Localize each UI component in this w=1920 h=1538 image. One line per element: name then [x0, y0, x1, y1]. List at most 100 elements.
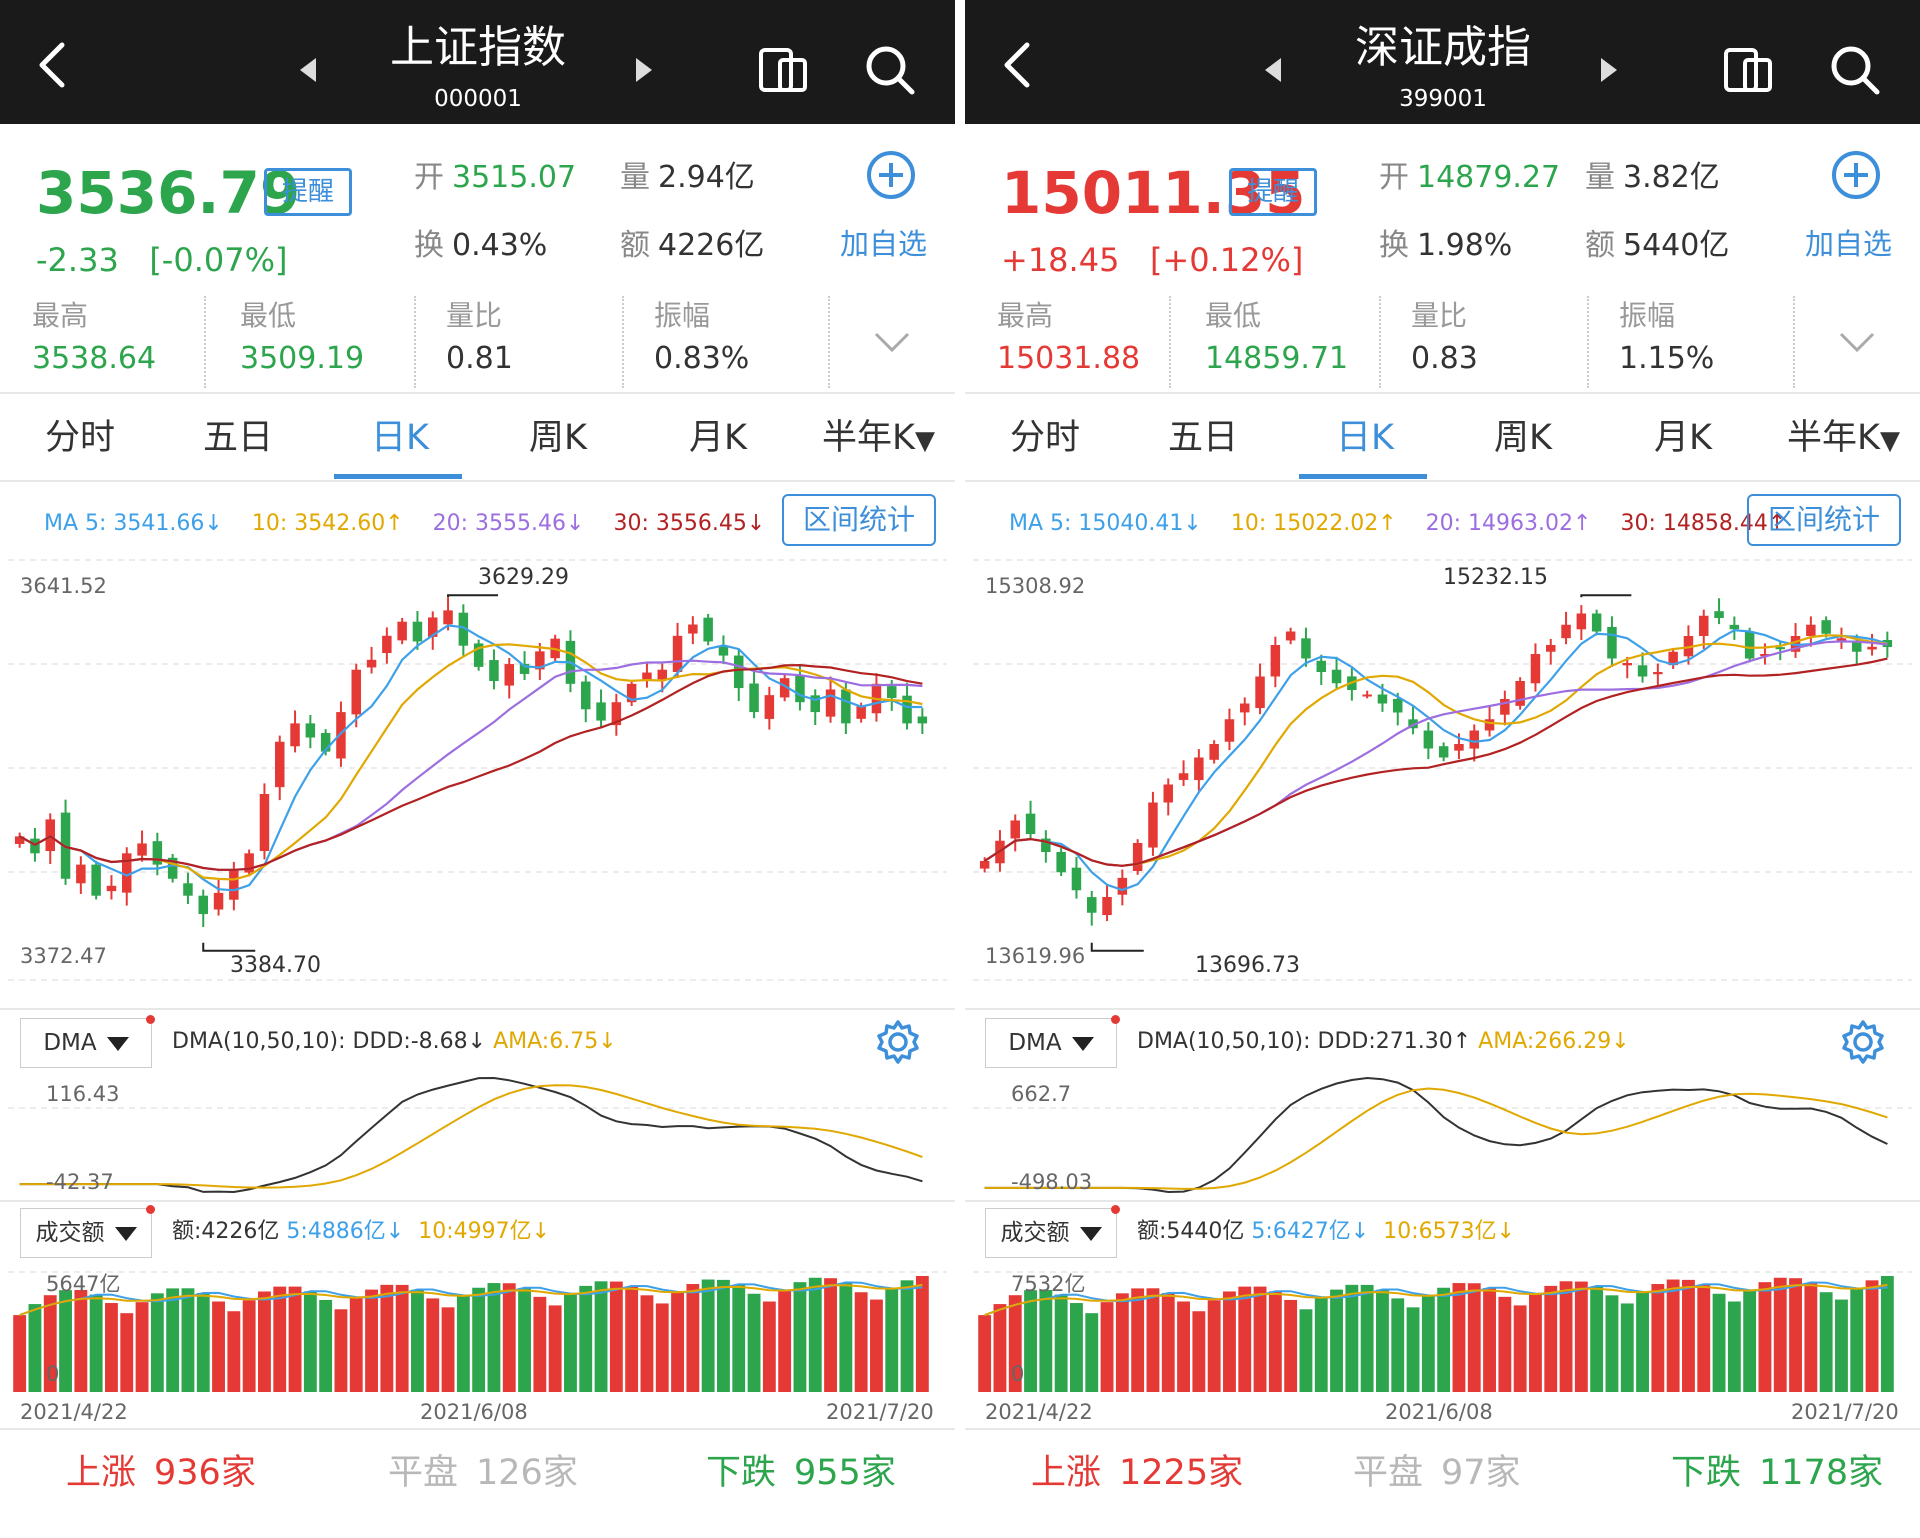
volume-bar [1483, 1288, 1496, 1392]
volume-bar [564, 1294, 577, 1392]
volume-bar [1620, 1303, 1634, 1392]
volume-bar [1437, 1287, 1451, 1392]
candle-body [1423, 730, 1434, 749]
settings-gear-icon[interactable] [1839, 1018, 1887, 1066]
volume-bar [380, 1284, 394, 1392]
candle-body [979, 860, 990, 869]
volume-bar [1207, 1300, 1221, 1392]
volume-bar [1284, 1299, 1298, 1392]
volume-bar [74, 1289, 88, 1392]
dma-bottom-label: -42.37 [46, 1170, 114, 1194]
panel-shenzhen: 深证成指 399001 15011.35 提醒 +18.45 [+0.12%] … [965, 0, 1920, 1538]
volume-bar [1268, 1291, 1282, 1392]
candle-body [1821, 620, 1831, 634]
candle-body [1240, 703, 1250, 713]
candle-body [1224, 719, 1235, 742]
candle-body [106, 885, 117, 892]
volume-bar [242, 1300, 256, 1392]
volume-bar [105, 1303, 118, 1392]
low-marker-line [1090, 942, 1144, 952]
volume-bar [1070, 1303, 1083, 1392]
candle-body [1071, 867, 1082, 891]
candle-body [305, 723, 316, 738]
volume-bar [1406, 1307, 1420, 1392]
volume-bar [625, 1286, 639, 1392]
volume-bar [1758, 1282, 1772, 1392]
candle-body [825, 689, 836, 717]
volume-bar [181, 1288, 195, 1392]
candle-body [1699, 615, 1709, 637]
volume-bar [1880, 1275, 1894, 1392]
volume-indicator-select[interactable]: 成交额 [985, 1205, 1120, 1258]
candle-body [1515, 681, 1525, 706]
candle-body [1484, 719, 1495, 731]
volume-bar [1865, 1280, 1879, 1392]
volume-bar [334, 1309, 348, 1392]
volume-bar [1835, 1299, 1848, 1392]
volume-bar [227, 1311, 241, 1392]
new-dot [1111, 1205, 1120, 1214]
volume-bar [1192, 1311, 1206, 1392]
volume-bar [1605, 1295, 1619, 1392]
candle-body [397, 621, 407, 641]
volume-bar [548, 1305, 562, 1392]
candle-body [1255, 676, 1265, 709]
low-marker-line [202, 942, 256, 952]
volume-bar [273, 1286, 287, 1392]
candle-body [749, 683, 759, 713]
new-dot [146, 1015, 155, 1024]
volume-bar [1467, 1283, 1481, 1392]
date-mid: 2021/6/08 [420, 1400, 528, 1424]
high-marker-line [1580, 594, 1632, 598]
volume-bar [456, 1296, 470, 1392]
candle-body [1331, 669, 1342, 684]
volume-bar [640, 1295, 654, 1392]
volume-bar [824, 1278, 837, 1392]
volume-bar [1773, 1277, 1787, 1392]
volume-bar [441, 1307, 455, 1392]
volume-bar [793, 1282, 807, 1392]
indicator-select[interactable]: DMA [985, 1015, 1120, 1068]
volume-bar [1559, 1281, 1573, 1392]
volume-indicator-select[interactable]: 成交额 [20, 1205, 155, 1258]
dma-legend: DMA(10,50,10): DDD:271.30↑ AMA:266.29↓ [1137, 1029, 1630, 1054]
volume-bar [1360, 1284, 1374, 1392]
volume-bar [1131, 1288, 1145, 1392]
candle-body [213, 892, 224, 910]
volume-bar [166, 1288, 180, 1392]
fall-count: 下跌 955家 [706, 1453, 896, 1493]
candle-body [887, 686, 897, 698]
volume-bar [747, 1293, 761, 1392]
volume-bar [502, 1283, 516, 1392]
candle-body [1546, 645, 1556, 652]
volume-bar [487, 1283, 501, 1392]
candle-body [596, 702, 606, 721]
volume-bar [303, 1291, 317, 1392]
volume-bar [594, 1281, 608, 1392]
volume-bar [426, 1298, 440, 1392]
volume-bar [411, 1289, 424, 1392]
ama-line [19, 1084, 923, 1189]
candle-body [1132, 842, 1143, 872]
volume-bar [1727, 1301, 1741, 1392]
flat-count: 平盘 126家 [388, 1453, 578, 1493]
candle-body [1056, 851, 1066, 873]
volume-bar [655, 1303, 669, 1392]
volume-bar [717, 1279, 730, 1392]
indicator-select[interactable]: DMA [20, 1015, 155, 1068]
volume-zero-label: 0 [1011, 1362, 1025, 1386]
divider [0, 1428, 955, 1430]
volume-bar [1054, 1294, 1068, 1392]
volume-bar [1223, 1291, 1236, 1392]
divider [965, 1008, 1920, 1010]
ddd-line [984, 1076, 1888, 1194]
volume-bar [778, 1290, 792, 1392]
settings-gear-icon[interactable] [874, 1018, 922, 1066]
volume-bar [839, 1283, 853, 1392]
candle-body [1393, 698, 1403, 713]
candle-body [1377, 694, 1388, 704]
volume-bar [762, 1301, 776, 1392]
volume-bar [89, 1294, 103, 1392]
volume-bar [13, 1315, 27, 1392]
volume-bar [1452, 1283, 1466, 1392]
